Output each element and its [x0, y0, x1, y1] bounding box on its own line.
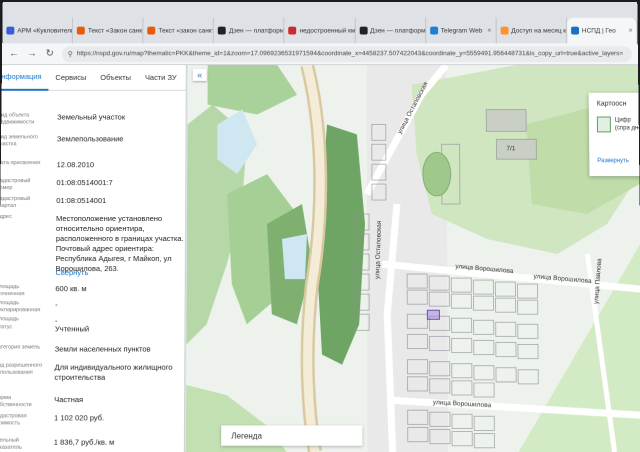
stadium — [423, 152, 451, 196]
tab-label: Telegram Web — [440, 27, 483, 35]
basemap-expand-link[interactable]: Развернуть — [597, 158, 629, 164]
attribute-label: Вид разрешенного использования — [0, 362, 43, 376]
legend-label: Легенда — [231, 431, 262, 441]
attribute-value: Землепользование — [56, 134, 124, 144]
browser-tab[interactable]: недостроенный км п× — [284, 17, 356, 44]
attribute-label: Площадь декларированная — [0, 300, 41, 314]
basemap-description: Цифр (спра днев — [614, 117, 640, 132]
reload-icon[interactable]: ↻ — [44, 48, 56, 59]
map-svg: улица Остаповская улица Остаповская улиц… — [185, 65, 640, 452]
object-info-panel: ИнформацияСервисыОбъектыЧасти ЗУСостав В… — [0, 65, 187, 452]
tab-label: Доступ на месяц к пр — [511, 27, 567, 35]
basemap-thumbnail-icon[interactable] — [596, 116, 611, 133]
basemap-widget[interactable]: Картоосн Цифр (спра днев Развернуть — [588, 92, 640, 177]
browser-tab[interactable]: АРМ «Кукловитель»× — [2, 17, 74, 44]
browser-tab[interactable]: Дзен — платформа дл× — [214, 17, 285, 44]
tab-label: Дзен — платформа дл — [229, 27, 285, 35]
tab-label: АРМ «Кукловитель» — [17, 27, 74, 35]
map-canvas[interactable]: улица Остаповская улица Остаповская улиц… — [185, 65, 640, 452]
attribute-label: Площадь уточненная — [0, 284, 25, 298]
address-bar[interactable]: ⚲ https://nspd.gov.ru/map?thematic=PKK&t… — [61, 45, 633, 62]
legend-button[interactable]: Легенда — [221, 425, 363, 446]
attribute-label: Категория земель — [0, 344, 41, 351]
parcel-number-label: 7/1 — [506, 145, 515, 152]
pond-2 — [281, 233, 307, 279]
browser-tab[interactable]: Telegram Web × — [425, 17, 497, 44]
attribute-value: Земельный участок — [57, 112, 126, 122]
panel-tab[interactable]: Сервисы — [48, 65, 93, 90]
forward-icon[interactable]: → — [26, 48, 38, 59]
attribute-label: Кадастровый номер — [0, 178, 31, 192]
tab-close-icon[interactable]: × — [487, 27, 491, 34]
browser-tab[interactable]: Текст «закон санкт пе× — [143, 17, 215, 44]
attribute-value: Частная — [54, 395, 84, 405]
tab-label: НСПД | Гео — [581, 27, 616, 35]
attribute-value: Земли населенных пунктов — [54, 344, 151, 354]
building-school-2 — [496, 139, 536, 159]
attribute-value: Учтенный — [54, 324, 90, 334]
attribute-value: 01:08:0514001:7 — [56, 178, 113, 188]
tab-label: Дзен — платформа дл — [370, 27, 426, 35]
browser-tab[interactable]: Дзен — платформа дл× — [355, 17, 426, 44]
tab-favicon-icon — [288, 26, 297, 35]
tab-favicon-icon — [218, 26, 227, 35]
browser-tab[interactable]: Доступ на месяц к пр× — [496, 17, 568, 44]
attribute-value: 1 102 020 руб. — [53, 413, 105, 423]
site-info-icon[interactable]: ⚲ — [68, 50, 73, 58]
attribute-value: 600 кв. м — [55, 284, 87, 294]
tab-favicon-icon — [76, 26, 85, 35]
tab-label: Текст «Закон санкт пет — [87, 27, 144, 35]
panel-tab[interactable]: Объекты — [93, 65, 138, 90]
attribute-label: Дата присвоения — [0, 160, 41, 167]
attribute-value: 12.08.2010 — [56, 160, 95, 170]
tab-favicon-icon — [429, 26, 438, 35]
panel-tab[interactable]: Состав — [183, 65, 186, 90]
attribute-label: Вид объекта недвижимости — [0, 112, 35, 126]
attribute-value: Для индивидуального жилищного строительс… — [54, 362, 173, 382]
attribute-value: - — [55, 300, 58, 310]
panel-tab[interactable]: Информация — [0, 65, 49, 91]
tab-label: недостроенный км п — [299, 27, 356, 35]
browser-tab[interactable]: Текст «Закон санкт пет× — [72, 17, 144, 44]
attribute-label: Кадастровая стоимость — [0, 413, 27, 427]
url-text: https://nspd.gov.ru/map?thematic=PKK&the… — [76, 50, 624, 58]
attribute-value: Местоположение установлено относительно … — [55, 214, 184, 274]
attribute-value: 01:08:0514001 — [56, 196, 107, 206]
browser-tab-strip: АРМ «Кукловитель»×Текст «Закон санкт пет… — [2, 2, 638, 44]
collapse-address-link[interactable]: Свернуть — [55, 268, 183, 278]
attribute-label: Адрес — [0, 214, 12, 221]
building-school-1 — [486, 110, 526, 132]
tab-favicon-icon — [500, 26, 509, 35]
tab-label: Текст «закон санкт пе — [158, 27, 215, 35]
attribute-label: Площадь — [0, 316, 19, 323]
tab-favicon-icon — [570, 26, 579, 35]
tab-favicon-icon — [147, 26, 156, 35]
attribute-label: Форма собственности — [0, 395, 32, 409]
panel-tabs: ИнформацияСервисыОбъектыЧасти ЗУСостав — [0, 65, 186, 91]
tab-close-icon[interactable]: × — [629, 27, 633, 34]
back-icon[interactable]: ← — [8, 48, 20, 59]
attribute-label: Кадастровый квартал — [0, 196, 31, 210]
attribute-label: Вид земельного участка — [0, 134, 38, 148]
tab-favicon-icon — [359, 26, 368, 35]
browser-toolbar: ← → ↻ ⚲ https://nspd.gov.ru/map?thematic… — [1, 43, 639, 66]
panel-tab[interactable]: Части ЗУ — [138, 65, 184, 90]
attribute-value: 1 836,7 руб./кв. м — [53, 437, 115, 447]
tab-favicon-icon — [6, 26, 15, 35]
browser-tab[interactable]: НСПД | Гео × — [566, 17, 638, 44]
attribute-label: Статус — [0, 324, 13, 331]
selected-parcel — [427, 310, 439, 319]
collapse-panel-button[interactable]: « — [192, 69, 207, 81]
browser-window: АРМ «Кукловитель»×Текст «Закон санкт пет… — [0, 2, 640, 452]
basemap-title: Картоосн — [596, 100, 627, 108]
